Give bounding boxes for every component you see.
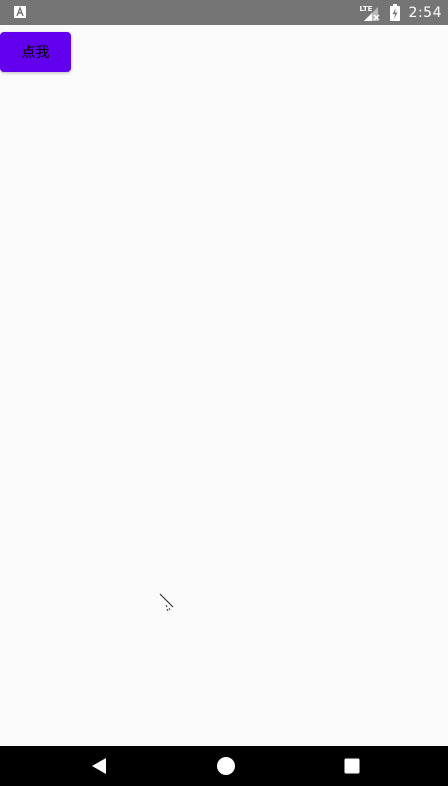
recents-button[interactable] — [328, 746, 376, 786]
back-button[interactable] — [75, 746, 123, 786]
signal-no-data-icon: LTE — [360, 3, 382, 23]
status-bar: LTE 2:54 — [0, 0, 448, 25]
touch-pointer-icon — [159, 593, 175, 615]
home-button[interactable] — [202, 746, 250, 786]
status-time: 2:54 — [408, 4, 442, 21]
recents-icon — [344, 758, 360, 774]
battery-charging-icon — [389, 4, 400, 21]
navigation-bar — [0, 746, 448, 786]
back-icon — [92, 758, 106, 774]
home-icon — [217, 757, 235, 775]
status-icons: LTE 2:54 — [360, 0, 442, 25]
app-notification-icon — [14, 6, 26, 18]
app-screen: LTE 2:54 点我 — [0, 0, 448, 786]
tap-me-button[interactable]: 点我 — [0, 32, 71, 72]
